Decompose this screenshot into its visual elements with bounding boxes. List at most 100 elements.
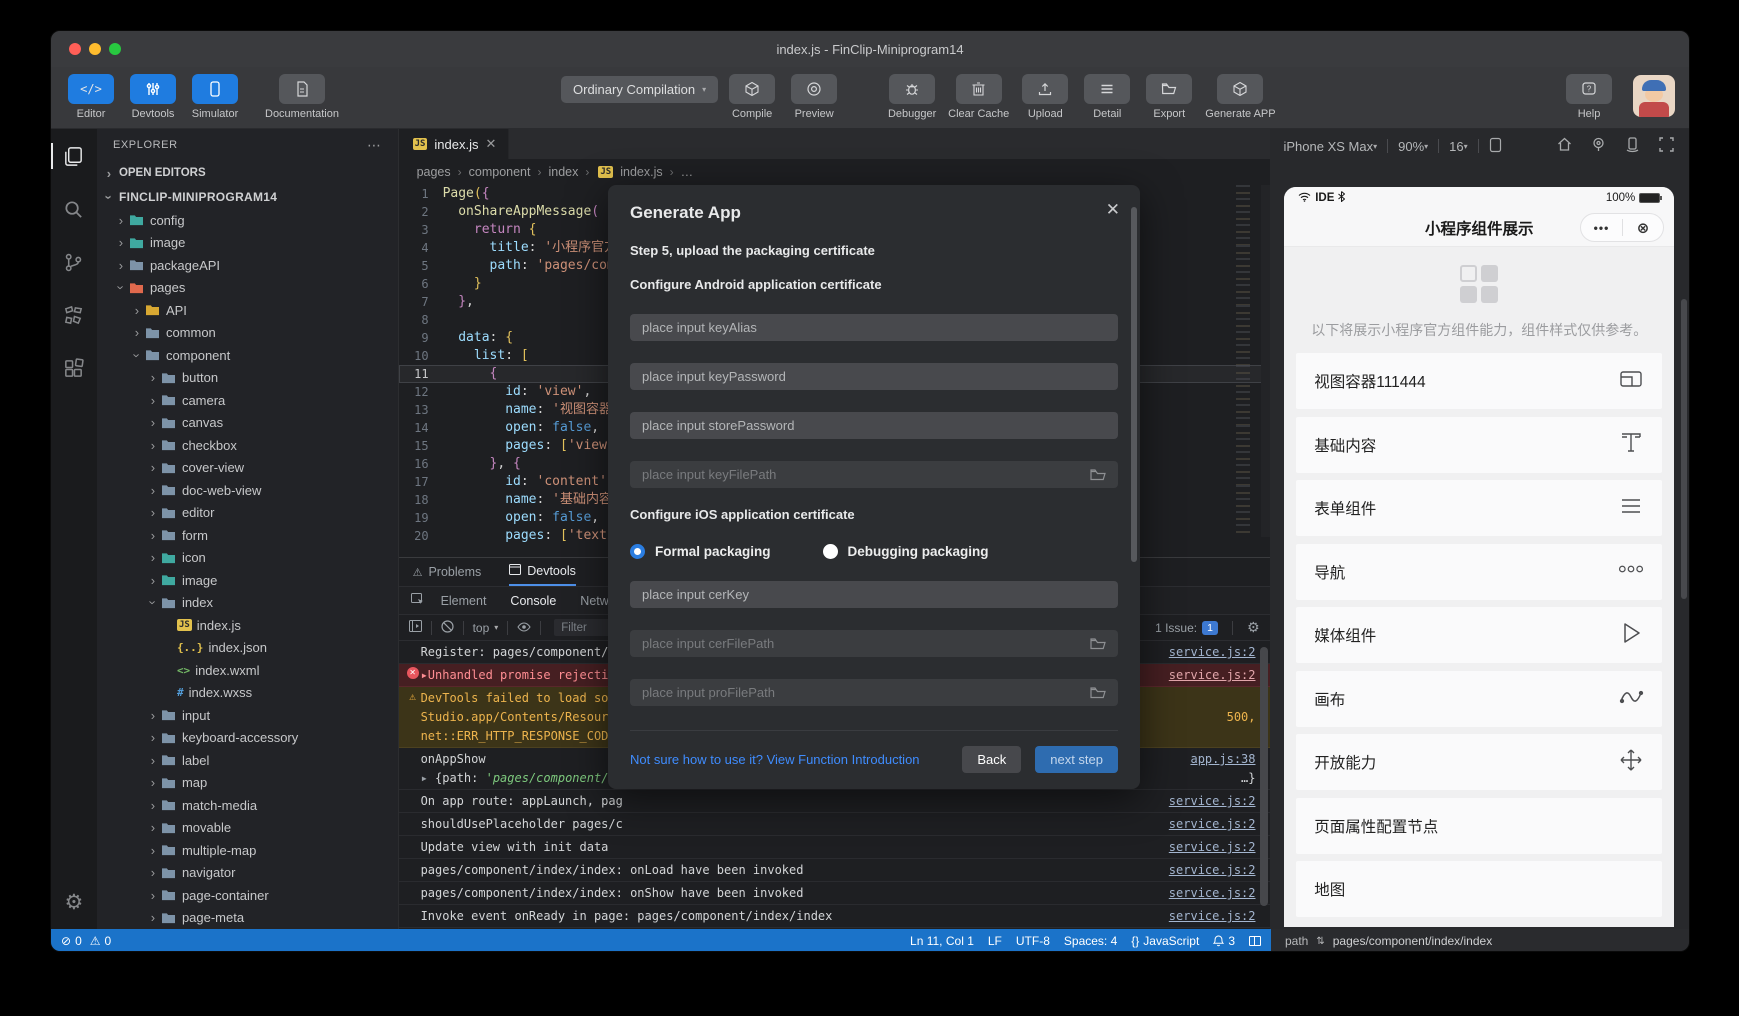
tree-folder-checkbox[interactable]: › checkbox: [97, 434, 398, 457]
tab-problems[interactable]: ⚠ Problems: [413, 558, 482, 586]
next-step-button[interactable]: next step: [1035, 746, 1118, 773]
keypassword-input[interactable]: place input keyPassword: [630, 363, 1118, 390]
tree-folder-label[interactable]: › label: [97, 749, 398, 772]
source-control-icon[interactable]: [61, 249, 87, 275]
tree-folder-config[interactable]: › config: [97, 209, 398, 232]
modal-scrollbar[interactable]: [1131, 207, 1137, 562]
cerfilepath-input[interactable]: place input cerFilePath: [630, 630, 1118, 657]
project-root[interactable]: › FINCLIP-MINIPROGRAM14: [97, 185, 398, 209]
console-source-link[interactable]: service.js:2: [1169, 794, 1256, 808]
console-row-10[interactable]: Invoke event onReady in page: pages/comp…: [398, 905, 1270, 928]
tree-folder-movable[interactable]: › movable: [97, 817, 398, 840]
component-card-5[interactable]: 媒体组件: [1296, 607, 1663, 663]
location-icon[interactable]: [1590, 136, 1607, 156]
compile-mode-dropdown[interactable]: Ordinary Compilation ▾: [561, 76, 719, 103]
editor-button[interactable]: </> Editor: [65, 74, 117, 128]
documentation-button[interactable]: Documentation: [265, 74, 339, 128]
zoom-dropdown[interactable]: 90%: [1398, 139, 1424, 154]
tree-folder-pages[interactable]: › pages: [97, 277, 398, 300]
clear-cache-button[interactable]: Clear Cache: [948, 74, 1009, 128]
folder-icon[interactable]: [1090, 686, 1106, 699]
error-count[interactable]: ⊘ 0: [61, 934, 82, 948]
console-source-link[interactable]: app.js:38: [1190, 752, 1255, 766]
detail-button[interactable]: Detail: [1081, 74, 1133, 128]
storepassword-input[interactable]: place input storePassword: [630, 412, 1118, 439]
tree-folder-multiple-map[interactable]: › multiple-map: [97, 839, 398, 862]
tree-file-index.json[interactable]: {..} index.json: [97, 637, 398, 660]
tree-folder-canvas[interactable]: › canvas: [97, 412, 398, 435]
tree-file-index.js[interactable]: JS index.js: [97, 614, 398, 637]
folder-icon[interactable]: [1090, 468, 1106, 481]
help-button[interactable]: ? Help: [1563, 74, 1615, 128]
scan-frame-icon[interactable]: [1658, 136, 1675, 156]
subtab-console[interactable]: Console: [510, 594, 556, 608]
console-source-link[interactable]: service.js:2: [1169, 668, 1256, 682]
console-row-5[interactable]: On app route: appLaunch, pag service.js:2: [398, 790, 1270, 813]
component-card-2[interactable]: 基础内容: [1296, 416, 1663, 473]
tree-folder-button[interactable]: › button: [97, 367, 398, 390]
issues-label[interactable]: 1 Issue:: [1155, 621, 1197, 635]
close-modal-icon[interactable]: ✕: [1106, 201, 1120, 218]
tree-file-index.wxss[interactable]: # index.wxss: [97, 682, 398, 705]
tree-folder-navigator[interactable]: › navigator: [97, 862, 398, 885]
device-dropdown[interactable]: iPhone XS Max: [1284, 139, 1374, 154]
close-miniapp-button[interactable]: ⊗: [1623, 219, 1664, 237]
debugger-button[interactable]: Debugger: [886, 74, 938, 128]
context-dropdown[interactable]: top: [473, 621, 490, 635]
component-card-4[interactable]: 导航: [1296, 543, 1663, 600]
simulator-scrollbar[interactable]: [1680, 299, 1687, 599]
component-card-9[interactable]: 地图: [1296, 861, 1663, 917]
keyfilepath-input[interactable]: place input keyFilePath: [630, 461, 1118, 488]
console-source-link[interactable]: service.js:2: [1169, 645, 1256, 659]
open-editors-section[interactable]: › OPEN EDITORS: [97, 161, 398, 185]
component-card-3[interactable]: 表单组件: [1296, 480, 1663, 536]
minimap[interactable]: [1235, 185, 1260, 537]
console-row-8[interactable]: pages/component/index/index: onLoad have…: [398, 859, 1270, 882]
tree-folder-common[interactable]: › common: [97, 322, 398, 345]
eol-indicator[interactable]: LF: [988, 934, 1002, 948]
tree-folder-match-media[interactable]: › match-media: [97, 794, 398, 817]
home-icon[interactable]: [1556, 136, 1573, 156]
notifications-bell[interactable]: 3: [1213, 934, 1235, 948]
console-source-link[interactable]: service.js:2: [1169, 909, 1256, 923]
close-window-button[interactable]: [69, 43, 81, 55]
component-card-8[interactable]: 页面属性配置节点: [1296, 797, 1663, 854]
extensions-icon[interactable]: [61, 355, 87, 381]
tree-folder-image[interactable]: › image: [97, 232, 398, 255]
tree-folder-doc-web-view[interactable]: › doc-web-view: [97, 479, 398, 502]
compile-button[interactable]: Compile: [726, 74, 778, 128]
tree-folder-index[interactable]: › index: [97, 592, 398, 615]
preview-button[interactable]: Preview: [788, 74, 840, 128]
back-button[interactable]: Back: [962, 746, 1022, 773]
search-icon[interactable]: [61, 196, 87, 222]
tree-folder-page-container[interactable]: › page-container: [97, 884, 398, 907]
tree-folder-API[interactable]: › API: [97, 299, 398, 322]
cursor-position[interactable]: Ln 11, Col 1: [910, 934, 974, 948]
function-introduction-link[interactable]: Not sure how to use it? View Function In…: [630, 752, 962, 767]
breadcrumb[interactable]: pages › component › index › JS index.js › …: [399, 159, 1270, 185]
editor-scrollbar[interactable]: [1260, 185, 1270, 537]
component-card-7[interactable]: 开放能力: [1296, 734, 1663, 790]
console-source-link[interactable]: service.js:2: [1169, 817, 1256, 831]
console-row-6[interactable]: shouldUsePlaceholder pages/c service.js:2: [398, 813, 1270, 836]
user-avatar[interactable]: [1633, 75, 1675, 117]
device-frame-icon[interactable]: [1489, 137, 1502, 156]
tree-folder-camera[interactable]: › camera: [97, 389, 398, 412]
settings-gear-icon[interactable]: ⚙: [61, 889, 87, 915]
tree-folder-icon[interactable]: › icon: [97, 547, 398, 570]
components-icon[interactable]: [61, 302, 87, 328]
clear-console-icon[interactable]: [440, 619, 454, 636]
radio-debugging-packaging[interactable]: Debugging packaging: [822, 544, 989, 559]
tree-folder-editor[interactable]: › editor: [97, 502, 398, 525]
keyalias-input[interactable]: place input keyAlias: [630, 314, 1118, 341]
files-icon[interactable]: [51, 143, 87, 169]
component-card-6[interactable]: 画布: [1296, 670, 1663, 727]
issue-count-badge[interactable]: 1: [1202, 620, 1218, 635]
console-source-link[interactable]: service.js:2: [1169, 863, 1256, 877]
console-source-link[interactable]: service.js:2: [1169, 886, 1256, 900]
folder-icon[interactable]: [1090, 637, 1106, 650]
export-button[interactable]: Export: [1143, 74, 1195, 128]
tree-folder-input[interactable]: › input: [97, 704, 398, 727]
tree-folder-component[interactable]: › component: [97, 344, 398, 367]
subtab-element[interactable]: Element: [441, 594, 487, 608]
